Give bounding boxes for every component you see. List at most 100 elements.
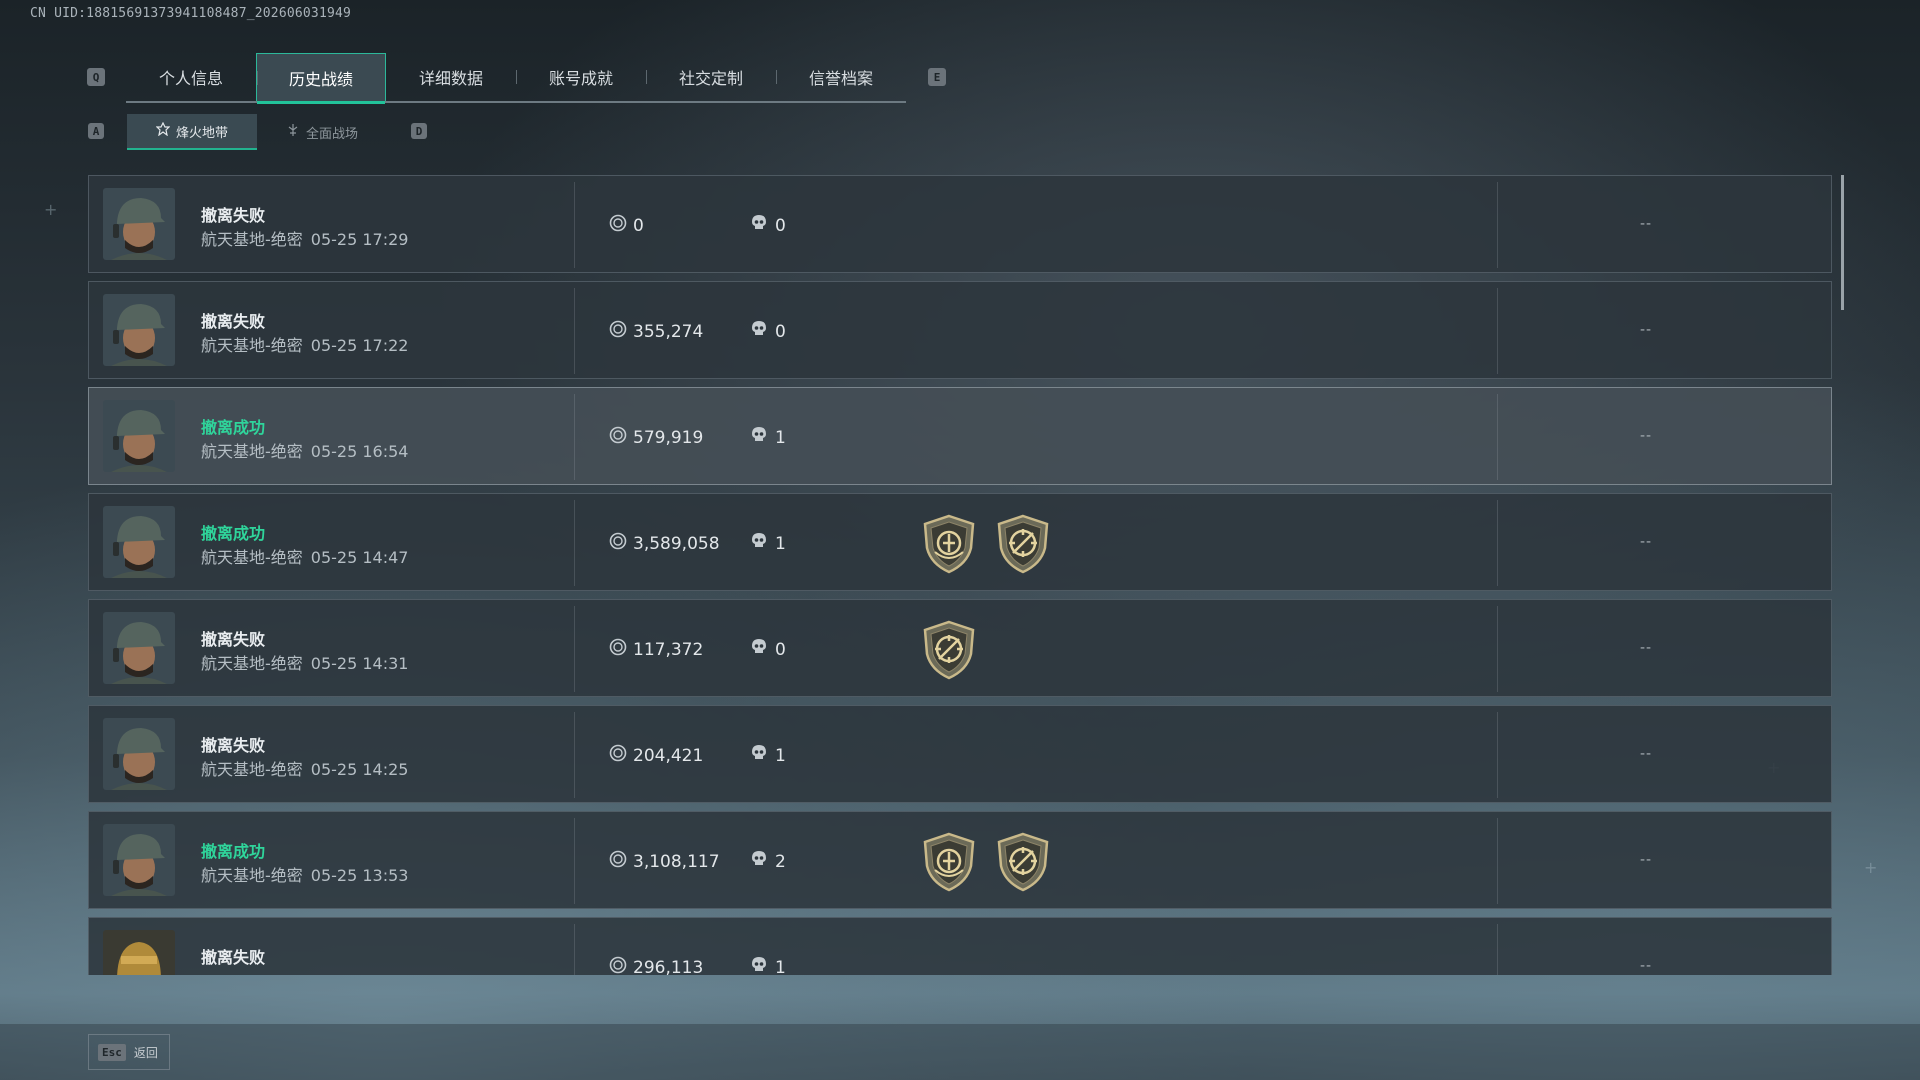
crosshair-badge-icon[interactable] — [993, 830, 1053, 896]
skull-icon — [751, 426, 767, 449]
zone-icon — [155, 121, 171, 140]
column-divider — [1497, 500, 1498, 586]
extraction-status: 撤离失败 — [201, 736, 266, 755]
emblem-badge-icon[interactable] — [919, 830, 979, 896]
extra-value: -- — [1640, 322, 1653, 338]
tab-5[interactable]: 信誉档案 — [776, 53, 906, 101]
extra-value: -- — [1640, 852, 1653, 868]
tab-2[interactable]: 详细数据 — [386, 53, 516, 101]
column-divider — [574, 606, 575, 692]
map-name: 航天基地-绝密 — [201, 548, 303, 567]
battlefield-icon — [286, 123, 300, 141]
extraction-status: 撤离成功 — [201, 524, 266, 543]
column-divider — [1497, 712, 1498, 798]
match-record-row[interactable]: 撤离失败 航天基地-绝密 05-25 14:25 204,421 1 -- — [88, 705, 1832, 803]
golden-helmet-avatar — [103, 930, 175, 975]
match-record-row[interactable]: 撤离成功 航天基地-绝密 05-25 14:47 3,589,058 1 -- — [88, 493, 1832, 591]
match-record-row[interactable]: 撤离成功 航天基地-绝密 05-25 16:54 579,919 1 -- — [88, 387, 1832, 485]
tab-4[interactable]: 社交定制 — [646, 53, 776, 101]
column-divider — [574, 924, 575, 975]
match-record-row[interactable]: 撤离失败 航天基地-绝密 05-25 17:22 355,274 0 -- — [88, 281, 1832, 379]
match-time: 05-25 13:53 — [310, 866, 409, 885]
prev-subtab-key[interactable]: A — [88, 123, 104, 139]
kill-count: 1 — [751, 744, 786, 767]
back-button[interactable]: Esc 返回 — [88, 1034, 170, 1070]
loot-value: 3,589,058 — [609, 532, 720, 555]
soldier-cap-avatar — [103, 400, 175, 472]
match-record-row[interactable]: 撤离失败 航天基地-绝密 05-25 17:29 0 0 -- — [88, 175, 1832, 273]
crosshair-badge-icon[interactable] — [993, 512, 1053, 578]
subtab-1[interactable]: 全面战场 — [257, 114, 387, 150]
coin-icon — [609, 320, 627, 343]
kill-count-text: 0 — [775, 639, 786, 660]
loot-value-text: 3,108,117 — [633, 851, 720, 872]
map-name: 航天基地-绝密 — [201, 336, 303, 355]
column-divider — [574, 288, 575, 374]
match-meta: 航天基地-绝密 05-25 14:25 — [201, 756, 408, 780]
kill-count: 1 — [751, 426, 786, 449]
match-meta: 航天基地-绝密 05-25 14:31 — [201, 650, 408, 674]
match-time: 05-25 14:47 — [310, 548, 409, 567]
tab-0[interactable]: 个人信息 — [126, 53, 256, 101]
map-name: 航天基地-绝密 — [201, 230, 303, 249]
loot-value-text: 0 — [633, 215, 644, 236]
tab-1[interactable]: 历史战绩 — [256, 53, 386, 104]
subtab-label: 烽火地带 — [175, 125, 228, 141]
decor-plus: + — [1864, 858, 1878, 877]
loot-value: 296,113 — [609, 956, 703, 975]
kill-count-text: 1 — [775, 533, 786, 554]
loot-value-text: 579,919 — [633, 427, 704, 448]
main-tabs: 个人信息 历史战绩 详细数据 账号成就 社交定制 信誉档案 — [126, 53, 906, 104]
soldier-cap-avatar — [103, 294, 175, 366]
uid-label: CN UID:18815691373941108487_202606031949 — [30, 6, 352, 21]
soldier-cap-avatar — [103, 612, 175, 684]
coin-icon — [609, 426, 627, 449]
extraction-status: 撤离成功 — [201, 842, 266, 861]
extra-value: -- — [1640, 640, 1653, 656]
kill-count-text: 0 — [775, 321, 786, 342]
subtab-0[interactable]: 烽火地带 — [127, 114, 257, 150]
extra-value: -- — [1640, 428, 1653, 444]
sub-tabs: 烽火地带 全面战场 — [127, 114, 387, 150]
loot-value-text: 204,421 — [633, 745, 704, 766]
extraction-status: 撤离失败 — [201, 312, 266, 331]
column-divider — [574, 394, 575, 480]
match-record-row[interactable]: 撤离成功 航天基地-绝密 05-25 13:53 3,108,117 2 -- — [88, 811, 1832, 909]
prev-tab-key[interactable]: Q — [87, 68, 105, 86]
next-subtab-key[interactable]: D — [411, 123, 427, 139]
bottom-bar — [0, 1024, 1920, 1080]
decor-plus: + — [44, 200, 58, 219]
soldier-cap-avatar — [103, 506, 175, 578]
back-label: 返回 — [133, 1045, 158, 1060]
loot-value: 0 — [609, 214, 644, 237]
match-time: 05-25 16:54 — [310, 442, 409, 461]
loot-value: 117,372 — [609, 638, 703, 661]
match-time: 05-25 17:29 — [310, 230, 409, 249]
match-record-row[interactable]: 撤离失败 296,113 1 -- — [88, 917, 1832, 975]
match-record-row[interactable]: 撤离失败 航天基地-绝密 05-25 14:31 117,372 0 -- — [88, 599, 1832, 697]
extra-value: -- — [1640, 216, 1653, 232]
extraction-status: 撤离失败 — [201, 206, 266, 225]
emblem-badge-icon[interactable] — [919, 512, 979, 578]
loot-value-text: 3,589,058 — [633, 533, 720, 554]
column-divider — [1497, 394, 1498, 480]
coin-icon — [609, 744, 627, 767]
loot-value: 204,421 — [609, 744, 703, 767]
skull-icon — [751, 956, 767, 975]
next-tab-key[interactable]: E — [928, 68, 946, 86]
loot-value-text: 355,274 — [633, 321, 704, 342]
match-meta: 航天基地-绝密 05-25 14:47 — [201, 544, 408, 568]
skull-icon — [751, 214, 767, 237]
coin-icon — [609, 956, 627, 975]
loot-value: 579,919 — [609, 426, 703, 449]
match-history-list[interactable]: 撤离失败 航天基地-绝密 05-25 17:29 0 0 -- 撤离失败 航天基地-绝密 05-… — [88, 175, 1832, 975]
match-meta: 航天基地-绝密 05-25 17:22 — [201, 332, 408, 356]
skull-icon — [751, 638, 767, 661]
achievement-badges — [919, 830, 1053, 896]
kill-count: 1 — [751, 532, 786, 555]
match-meta — [201, 968, 209, 975]
crosshair-badge-icon[interactable] — [919, 618, 979, 684]
tab-3[interactable]: 账号成就 — [516, 53, 646, 101]
extraction-status: 撤离失败 — [201, 948, 266, 967]
list-scrollbar[interactable] — [1841, 175, 1844, 310]
